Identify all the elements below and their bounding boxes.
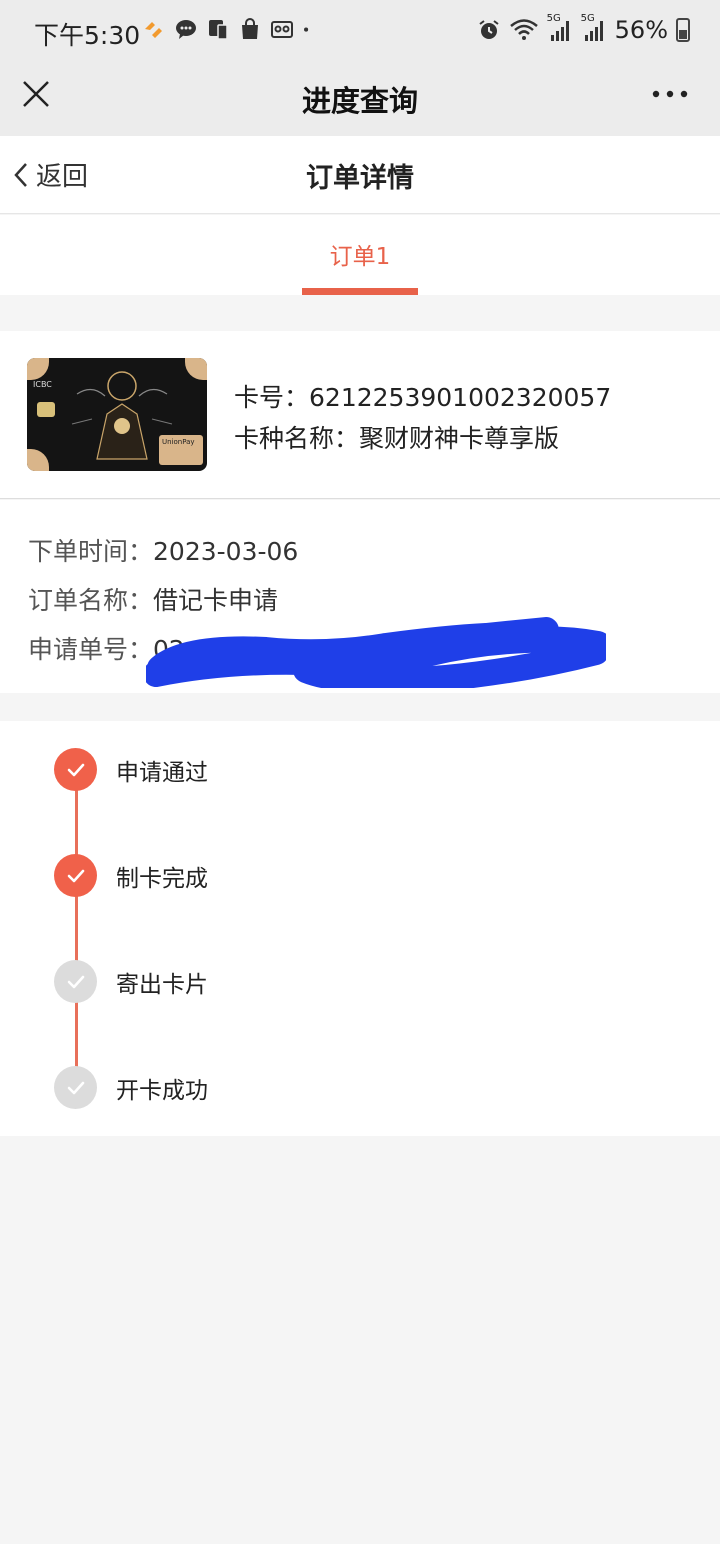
apply-number-label: 申请单号： (28, 635, 154, 664)
more-icon[interactable] (650, 88, 690, 100)
card-type-name: 聚财财神卡尊享版 (359, 424, 560, 453)
timeline-step: 寄出卡片 (54, 960, 208, 1003)
page-title: 订单详情 (306, 163, 414, 194)
order-tabs: 订单1 (0, 215, 720, 295)
more-notifications-icon (304, 27, 309, 32)
order-name-row: 订单名称：借记卡申请 (28, 581, 278, 617)
unionpay-logo: UnionPay (159, 435, 203, 465)
card-corner-decoration (27, 449, 49, 471)
order-name-label: 订单名称： (28, 586, 154, 615)
step-label: 制卡完成 (116, 865, 208, 892)
system-indicators: 5G 5G 56% (477, 13, 690, 44)
card-type-label: 卡种名称： (234, 424, 360, 453)
progress-timeline: 申请通过 制卡完成 寄出卡片 开卡成功 (0, 721, 720, 1136)
device-icon (209, 20, 228, 40)
app-notification-icon (145, 22, 162, 38)
checkmark-icon (67, 763, 84, 776)
webview-nav-bar: 进度查询 (0, 62, 720, 136)
card-corner-decoration (185, 358, 207, 380)
signal-icon-1: 5G (547, 13, 573, 43)
signal-icon-2: 5G (581, 13, 607, 43)
step-label: 寄出卡片 (116, 971, 208, 998)
order-name-value: 借记卡申请 (153, 586, 279, 615)
card-section: ICBC UnionPay 卡号：6212253901002320057 卡种名… (0, 331, 720, 499)
active-tab-indicator (302, 288, 418, 295)
timeline-step: 制卡完成 (54, 854, 208, 897)
card-corner-decoration (27, 358, 49, 380)
card-image: ICBC UnionPay (27, 358, 207, 471)
step-pending-icon (54, 1066, 97, 1109)
battery-icon (676, 18, 690, 42)
order-time-label: 下单时间： (28, 537, 154, 566)
message-icon (176, 20, 196, 39)
status-time: 下午5:30 (34, 21, 141, 50)
battery-percent: 56% (614, 16, 668, 44)
step-pending-icon (54, 960, 97, 1003)
order-time-value: 2023-03-06 (153, 537, 299, 566)
card-number-row: 卡号：6212253901002320057 (234, 377, 611, 418)
card-info: 卡号：6212253901002320057 卡种名称：聚财财神卡尊享版 (234, 377, 611, 459)
step-label: 申请通过 (116, 759, 208, 786)
webview-title: 进度查询 (301, 84, 418, 118)
order-time-row: 下单时间：2023-03-06 (28, 532, 298, 568)
alarm-icon (479, 20, 499, 39)
wifi-icon (509, 19, 538, 40)
step-done-icon (54, 854, 97, 897)
tab-order-1[interactable]: 订单1 (302, 237, 418, 271)
card-chip (37, 402, 55, 417)
step-label: 开卡成功 (116, 1077, 208, 1104)
status-bar: 下午5:30 5G 5G 56% (0, 0, 720, 62)
shopping-bag-icon (242, 18, 258, 39)
checkmark-icon (67, 1081, 84, 1094)
timeline-step: 申请通过 (54, 748, 208, 791)
card-bank-logo: ICBC (33, 380, 52, 389)
card-type-row: 卡种名称：聚财财神卡尊享版 (234, 418, 611, 459)
redaction-scribble (146, 617, 606, 688)
card-number-label: 卡号： (234, 383, 310, 412)
timeline-step: 开卡成功 (54, 1066, 208, 1109)
order-info-section: 下单时间：2023-03-06 订单名称：借记卡申请 申请单号：02 (0, 500, 720, 693)
cassette-icon (271, 21, 293, 38)
timeline-connector (75, 769, 78, 1087)
checkmark-icon (67, 869, 84, 882)
step-done-icon (54, 748, 97, 791)
notification-icons (142, 16, 316, 42)
page-header: 返回 订单详情 (0, 136, 720, 214)
card-number: 6212253901002320057 (309, 383, 612, 412)
checkmark-icon (67, 975, 84, 988)
